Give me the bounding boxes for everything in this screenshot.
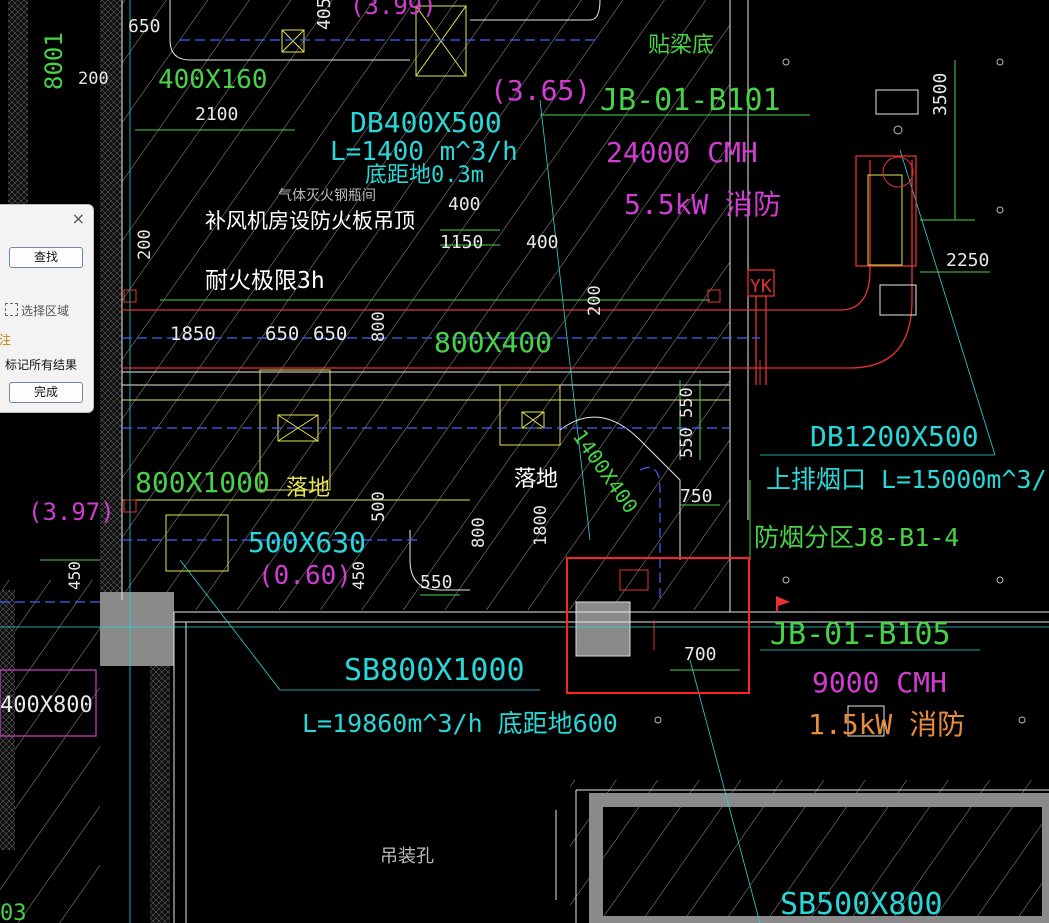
smoke-zone: 防烟分区J8-B1-4: [754, 523, 959, 552]
elev-397: (3.97): [28, 498, 115, 526]
done-button[interactable]: 完成: [9, 382, 83, 403]
dim-400-a: 400: [448, 194, 481, 215]
dim-800-vert: 800: [369, 311, 389, 342]
equipment-jb01b101: JB-01-B101: [600, 83, 781, 118]
duct-db1200x500: DB1200X500: [810, 420, 979, 453]
dim-2250: 2250: [946, 250, 989, 271]
dim-1150: 1150: [440, 232, 483, 253]
dim-1850: 1850: [170, 323, 216, 345]
dim-405: 405: [314, 0, 335, 30]
dim-200-mid: 200: [135, 229, 155, 260]
close-icon[interactable]: ×: [72, 209, 85, 228]
dim-550-c: 550: [420, 572, 453, 593]
power-55kw: 5.5kW 消防: [624, 188, 781, 221]
dim-550-b: 550: [677, 427, 697, 458]
dim-2100: 2100: [195, 104, 238, 125]
find-button[interactable]: 查找: [9, 247, 83, 268]
dim-450-b: 450: [349, 561, 368, 590]
dim-550-a: 550: [677, 387, 697, 418]
hoist-hole: 吊装孔: [380, 846, 434, 867]
select-area-label: 选择区域: [21, 304, 70, 318]
dim-1800: 1800: [531, 505, 551, 546]
warning-text: 注: [0, 333, 12, 347]
floor-distance: 底距地0.3m: [365, 163, 484, 188]
dim-700: 700: [684, 644, 717, 665]
dim-200-mid2: 200: [585, 285, 605, 316]
dim-750: 750: [680, 486, 713, 507]
beam-bottom: 贴梁底: [648, 33, 714, 58]
find-panel: × 查找 选择区域 注 标记所有结果 完成: [0, 204, 94, 413]
flow-rate-2: L=19860m^3/h 底距地600: [302, 709, 618, 738]
elev-060: (0.60): [258, 561, 352, 591]
mark-all-results-option[interactable]: 标记所有结果: [5, 356, 77, 373]
dim-03: 03: [0, 901, 27, 923]
duct-db400x500: DB400X500: [350, 106, 502, 139]
select-area-button[interactable]: 选择区域: [5, 302, 69, 319]
duct-800x400: 800X400: [434, 326, 552, 359]
cad-drawing-canvas[interactable]: 650 200 8001 400X160 2100 405 (3.99) (3.…: [0, 0, 1049, 923]
duct-800x1000: 800X1000: [135, 466, 270, 499]
yk-tag: YK: [750, 276, 772, 297]
dim-800-b: 800: [469, 517, 489, 548]
dim-200-left: 200: [78, 69, 109, 89]
airflow-24000: 24000 CMH: [606, 136, 758, 169]
elev-399: (3.99): [350, 0, 437, 20]
supply-room-note: 补风机房设防火板吊顶: [205, 209, 415, 233]
dim-450-a: 450: [65, 561, 84, 590]
duct-sb500x800: SB500X800: [780, 887, 943, 922]
duct-sb800x1000: SB800X1000: [344, 653, 525, 688]
duct-500x630: 500X630: [248, 526, 366, 559]
dim-3500: 3500: [930, 73, 951, 116]
flag-icon: [776, 596, 790, 612]
select-area-icon: [5, 303, 18, 316]
dim-650-b: 650: [313, 323, 347, 345]
equipment-jb01b105: JB-01-B105: [770, 617, 951, 652]
duct-size-vert-left: 8001: [40, 32, 68, 90]
airflow-9000: 9000 CMH: [812, 666, 947, 699]
upper-exhaust-flow: 上排烟口 L=15000m^3/h: [766, 465, 1049, 494]
dim-650-a: 650: [265, 323, 299, 345]
fire-rating-note: 耐火极限3h: [205, 268, 325, 294]
duct-400x800: 400X800: [0, 693, 93, 718]
floor-label-1: 落地: [286, 476, 330, 501]
floor-label-2: 落地: [514, 467, 558, 492]
power-15kw: 1.5kW 消防: [808, 708, 965, 741]
duct-400x160: 400X160: [158, 65, 268, 95]
fan-box: [875, 89, 919, 115]
elev-365: (3.65): [490, 74, 591, 107]
gas-room-label: 气体灭火钢瓶间: [278, 188, 376, 204]
dim-650-top: 650: [128, 16, 161, 37]
dim-500: 500: [369, 491, 389, 522]
dim-400-b: 400: [526, 232, 559, 253]
